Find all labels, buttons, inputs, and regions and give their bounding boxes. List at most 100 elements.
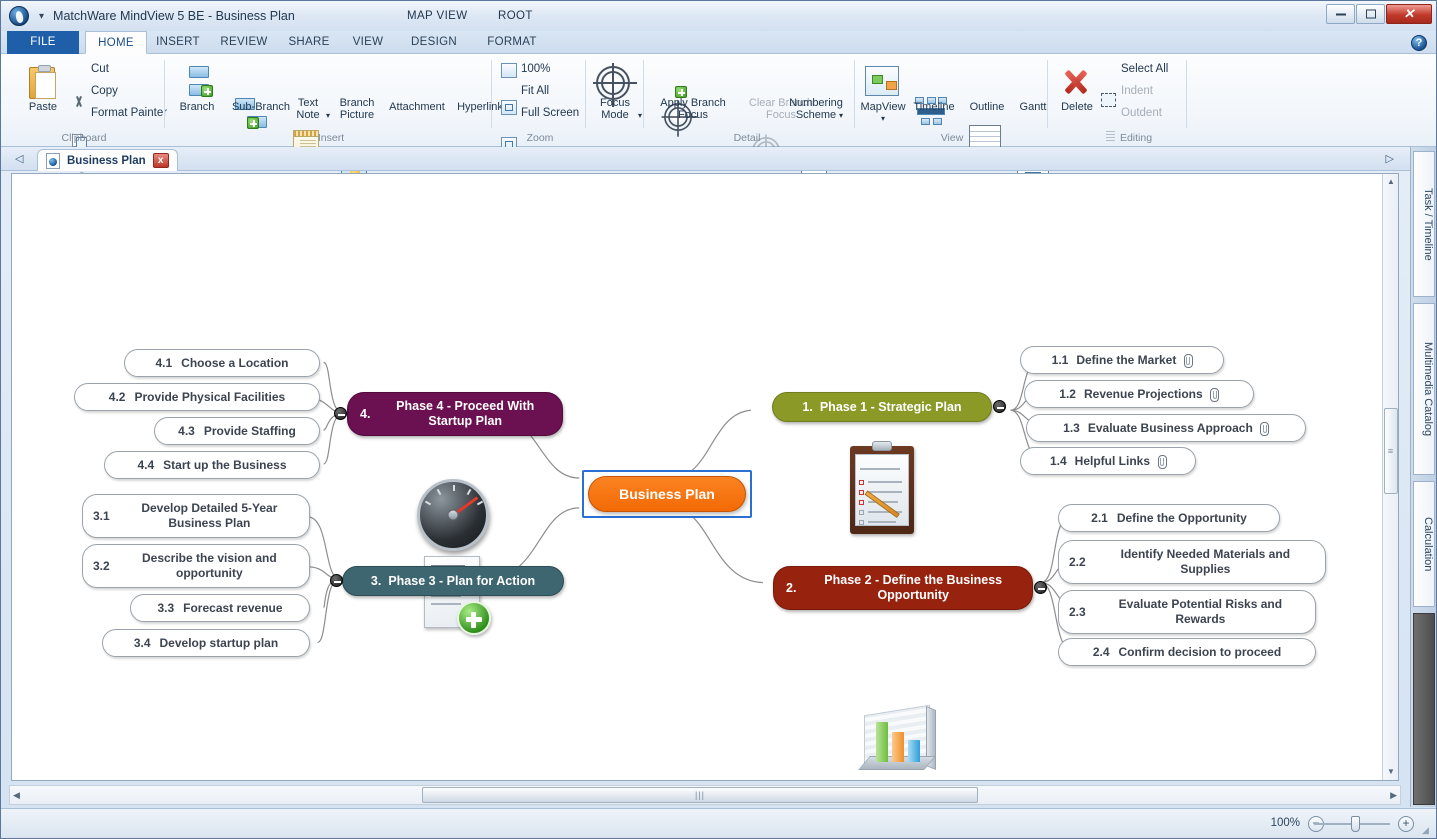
apply-branch-focus-button-line2[interactable]: Focus	[647, 109, 739, 121]
branch-number-phase3: 3.	[371, 574, 381, 589]
scroll-right-icon[interactable]: ▶	[1390, 790, 1397, 801]
sub-node-3-1[interactable]: 3.1 Develop Detailed 5-Year Business Pla…	[82, 494, 310, 538]
text-note-button-line2[interactable]: Note	[285, 109, 331, 121]
sub-node-2-3[interactable]: 2.3 Evaluate Potential Risks and Rewards	[1058, 590, 1316, 634]
format-painter-button[interactable]: Format Painter	[91, 107, 167, 119]
copy-button[interactable]: Copy	[91, 85, 118, 97]
tab-share[interactable]: SHARE	[281, 31, 337, 54]
zoom-100-button[interactable]: 100%	[521, 63, 550, 75]
tab-insert[interactable]: INSERT	[149, 31, 207, 54]
sub-node-3-2[interactable]: 3.2 Describe the vision and opportunity	[82, 544, 310, 588]
sub-node-2-2[interactable]: 2.2 Identify Needed Materials and Suppli…	[1058, 540, 1326, 584]
scroll-left-icon[interactable]: ◀	[13, 790, 20, 801]
branch-node-phase3[interactable]: 3. Phase 3 - Plan for Action	[342, 566, 564, 596]
attachment-icon-1-3[interactable]	[1260, 422, 1269, 435]
apply-branch-focus-button-line1[interactable]: Apply Branch	[647, 97, 739, 109]
sub-node-1-2[interactable]: 1.2 Revenue Projections	[1024, 380, 1254, 408]
side-panel-tab-calculation[interactable]: Calculation	[1413, 481, 1435, 607]
numbering-scheme-dropdown-icon[interactable]: ▾	[839, 111, 843, 120]
fit-all-icon	[501, 100, 517, 115]
numbering-scheme-button-line2[interactable]: Scheme	[777, 109, 855, 121]
branch-node-phase4[interactable]: 4. Phase 4 - Proceed With Startup Plan	[347, 392, 563, 436]
help-icon[interactable]: ?	[1411, 35, 1427, 51]
sub-label-2-4: Confirm decision to proceed	[1119, 645, 1282, 660]
root-node-business-plan[interactable]: Business Plan	[588, 476, 746, 512]
minimize-button[interactable]	[1326, 4, 1355, 24]
sub-node-3-4[interactable]: 3.4 Develop startup plan	[102, 629, 310, 657]
canvas-horizontal-scrollbar[interactable]: ◀ ||| ▶	[9, 785, 1401, 805]
text-note-button-line1[interactable]: Text	[285, 97, 331, 109]
select-all-button[interactable]: Select All	[1121, 63, 1168, 75]
sub-node-1-4[interactable]: 1.4 Helpful Links	[1020, 447, 1196, 475]
branch-button[interactable]: Branch	[171, 101, 223, 113]
zoom-in-button[interactable]: +	[1398, 816, 1414, 832]
tab-design[interactable]: DESIGN	[401, 31, 467, 54]
side-panel-tab-task-timeline[interactable]: Task / Timeline	[1413, 151, 1435, 297]
tab-review[interactable]: REVIEW	[213, 31, 275, 54]
mapview-dropdown-icon[interactable]: ▾	[881, 114, 885, 123]
timeline-button[interactable]: Timeline	[905, 101, 963, 113]
focus-mode-button-line2[interactable]: Mode	[587, 109, 643, 121]
tab-home[interactable]: HOME	[85, 31, 147, 54]
collapse-toggle-phase3[interactable]	[330, 574, 343, 587]
sub-node-2-1[interactable]: 2.1 Define the Opportunity	[1058, 504, 1280, 532]
sub-node-3-3[interactable]: 3.3 Forecast revenue	[130, 594, 310, 622]
zoom-slider-thumb[interactable]	[1351, 816, 1360, 832]
sub-label-3-3: Forecast revenue	[183, 601, 282, 616]
collapse-toggle-phase2[interactable]	[1034, 581, 1047, 594]
document-tab-label: Business Plan	[67, 155, 146, 167]
mapview-button[interactable]: MapView	[855, 101, 911, 113]
sub-label-1-1: Define the Market	[1076, 353, 1176, 368]
collapse-toggle-phase1[interactable]	[993, 400, 1006, 413]
document-tab-close-icon[interactable]: x	[153, 153, 169, 168]
quick-access-dropdown-icon[interactable]: ▾	[39, 11, 44, 22]
scroll-up-icon[interactable]: ▲	[1384, 175, 1398, 189]
fit-all-button[interactable]: Fit All	[521, 85, 549, 97]
gantt-button[interactable]: Gantt	[1011, 101, 1055, 113]
close-button[interactable]: ✕	[1386, 4, 1432, 24]
tab-format[interactable]: FORMAT	[477, 31, 547, 54]
vertical-scroll-thumb[interactable]: ≡	[1384, 408, 1398, 494]
numbering-scheme-button-line1[interactable]: Numbering	[777, 97, 855, 109]
tab-nav-right-icon[interactable]: ▷	[1386, 152, 1394, 165]
collapse-toggle-phase4[interactable]	[334, 407, 347, 420]
delete-button[interactable]: Delete	[1051, 101, 1103, 113]
window-resize-grip-icon[interactable]: ◢	[1422, 825, 1432, 835]
mindmap-canvas[interactable]: Business Plan 1. Phase 1 - Strategic Pla…	[11, 173, 1399, 781]
horizontal-scroll-thumb[interactable]: |||	[422, 787, 978, 803]
sub-number-4-3: 4.3	[178, 424, 195, 439]
focus-mode-dropdown-icon[interactable]: ▾	[638, 111, 642, 120]
scroll-down-icon[interactable]: ▼	[1384, 765, 1398, 779]
attachment-icon-1-4[interactable]	[1157, 455, 1166, 468]
tab-view[interactable]: VIEW	[343, 31, 393, 54]
sub-node-1-1[interactable]: 1.1 Define the Market	[1020, 346, 1224, 374]
canvas-vertical-scrollbar[interactable]: ▲ ≡ ▼	[1382, 174, 1398, 780]
sub-node-4-3[interactable]: 4.3 Provide Staffing	[154, 417, 320, 445]
cut-button[interactable]: Cut	[91, 63, 109, 75]
sub-label-3-2: Describe the vision and opportunity	[120, 551, 299, 581]
branch-node-phase2[interactable]: 2. Phase 2 - Define the Business Opportu…	[773, 566, 1033, 610]
sub-node-4-2[interactable]: 4.2 Provide Physical Facilities	[74, 383, 320, 411]
tab-file[interactable]: FILE	[7, 31, 79, 54]
paste-button[interactable]: Paste	[15, 101, 71, 113]
document-tab-business-plan[interactable]: Business Plan x	[37, 149, 178, 171]
context-tab-root[interactable]: ROOT	[498, 10, 533, 22]
side-panel-tab-multimedia-catalog[interactable]: Multimedia Catalog	[1413, 303, 1435, 475]
sub-node-4-4[interactable]: 4.4 Start up the Business	[104, 451, 320, 479]
restore-button[interactable]	[1356, 4, 1385, 24]
attachment-icon-1-2[interactable]	[1210, 388, 1219, 401]
full-screen-button[interactable]: Full Screen	[521, 107, 579, 119]
focus-mode-button-line1[interactable]: Focus	[587, 97, 643, 109]
ribbon-group-editing: Delete Select All Indent Outdent Editing	[1053, 54, 1183, 147]
mindmap-canvas-inner[interactable]: Business Plan 1. Phase 1 - Strategic Pla…	[12, 174, 1398, 780]
sub-label-2-3: Evaluate Potential Risks and Rewards	[1096, 597, 1305, 627]
sub-node-4-1[interactable]: 4.1 Choose a Location	[124, 349, 320, 377]
select-all-icon	[1101, 93, 1116, 107]
attachment-icon-1-1[interactable]	[1183, 354, 1192, 367]
sub-node-1-3[interactable]: 1.3 Evaluate Business Approach	[1026, 414, 1306, 442]
tab-nav-left-icon[interactable]: ◁	[15, 152, 23, 165]
context-tab-map-view[interactable]: MAP VIEW	[407, 10, 468, 22]
sub-node-2-4[interactable]: 2.4 Confirm decision to proceed	[1058, 638, 1316, 666]
outline-button[interactable]: Outline	[961, 101, 1013, 113]
branch-node-phase1[interactable]: 1. Phase 1 - Strategic Plan	[772, 392, 992, 422]
